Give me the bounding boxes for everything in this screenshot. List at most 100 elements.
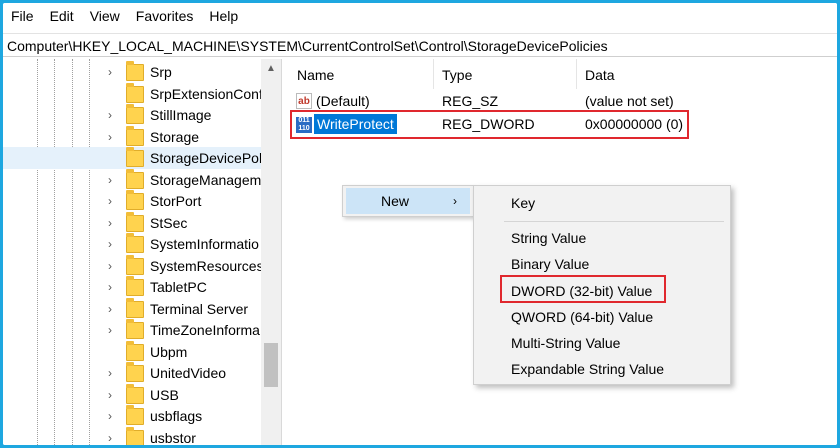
- column-separator[interactable]: [576, 59, 577, 89]
- folder-icon: [126, 125, 144, 146]
- menu-view[interactable]: View: [82, 3, 128, 30]
- folder-icon: [126, 190, 144, 210]
- tree-item[interactable]: › USB: [3, 383, 261, 406]
- submenu-separator: [504, 221, 724, 222]
- tree-item[interactable]: › Terminal Server: [3, 297, 261, 320]
- chevron-right-icon[interactable]: ›: [108, 280, 112, 294]
- tree-item-label: usbstor: [150, 429, 196, 446]
- chevron-right-icon[interactable]: ›: [108, 431, 112, 445]
- folder-icon: [126, 276, 144, 296]
- tree-item[interactable]: › StorPort: [3, 190, 261, 212]
- submenu-item-qword-value[interactable]: QWORD (64-bit) Value: [511, 308, 653, 326]
- new-submenu: Key String Value Binary Value DWORD (32-…: [473, 185, 731, 385]
- address-bar[interactable]: Computer\HKEY_LOCAL_MACHINE\SYSTEM\Curre…: [3, 33, 837, 57]
- column-separator[interactable]: [433, 59, 434, 89]
- tree-item-label: StillImage: [150, 107, 212, 123]
- tree-item[interactable]: › usbstor: [3, 426, 261, 446]
- folder-icon: [126, 104, 144, 124]
- key-tree-pane: › Srp SrpExtensionConf › StillImage › Storage S…: [3, 59, 282, 445]
- submenu-item-key[interactable]: Key: [511, 194, 535, 212]
- tree-item[interactable]: › usbflags: [3, 405, 261, 427]
- chevron-right-icon[interactable]: ›: [108, 194, 112, 208]
- tree-item[interactable]: › SystemResources: [3, 254, 264, 277]
- menu-edit[interactable]: Edit: [42, 3, 82, 30]
- tree-item-label: USB: [150, 386, 179, 403]
- column-header-name[interactable]: Name: [297, 65, 334, 85]
- submenu-item-binary-value[interactable]: Binary Value: [511, 255, 589, 273]
- folder-icon: [126, 147, 144, 167]
- tree-item-label: StorPort: [150, 193, 202, 209]
- submenu-item-expandable-string-value[interactable]: Expandable String Value: [511, 360, 664, 378]
- menu-item-new-label: New: [381, 193, 410, 209]
- tree-item[interactable]: › UnitedVideo: [3, 362, 261, 384]
- value-name: (Default): [316, 93, 370, 109]
- folder-icon: [126, 82, 144, 103]
- chevron-right-icon[interactable]: ›: [108, 302, 112, 316]
- tree-scrollbar[interactable]: ▲: [261, 59, 281, 445]
- highlight-box-writeprotect: [290, 110, 689, 139]
- tree-item-label: Ubpm: [150, 343, 188, 360]
- folder-icon: [126, 383, 144, 404]
- folder-icon: [126, 233, 144, 253]
- submenu-item-string-value[interactable]: String Value: [511, 229, 586, 247]
- tree-item-label: Storage: [150, 128, 200, 145]
- tree-item-label: usbflags: [150, 408, 203, 424]
- folder-icon: [126, 61, 144, 81]
- scroll-up-icon[interactable]: ▲: [266, 63, 276, 74]
- folder-icon: [126, 426, 144, 445]
- column-header-type[interactable]: Type: [442, 65, 472, 85]
- column-header-data[interactable]: Data: [585, 65, 615, 85]
- chevron-right-icon[interactable]: ›: [108, 130, 112, 144]
- tree-item-label: SystemInformatio: [150, 236, 259, 252]
- value-type: REG_SZ: [442, 93, 499, 109]
- scroll-thumb[interactable]: [264, 343, 278, 387]
- tree-item-label: StorageManagem: [150, 171, 262, 188]
- chevron-right-icon[interactable]: ›: [108, 173, 112, 187]
- tree-item[interactable]: › StillImage: [3, 104, 261, 126]
- tree-item[interactable]: StorageDevicePol: [3, 147, 263, 169]
- chevron-right-icon[interactable]: ›: [108, 65, 112, 79]
- tree-item[interactable]: › TabletPC: [3, 276, 261, 298]
- menu-favorites[interactable]: Favorites: [128, 3, 202, 30]
- tree-item-label: Srp: [150, 64, 172, 80]
- folder-icon: [126, 211, 144, 232]
- registry-editor-window: File Edit View Favorites Help Computer\H…: [3, 3, 837, 445]
- chevron-right-icon[interactable]: ›: [108, 388, 112, 402]
- tree-item[interactable]: › SystemInformatio: [3, 233, 261, 255]
- tree-item[interactable]: SrpExtensionConf: [3, 82, 263, 105]
- menu-bar: File Edit View Favorites Help: [3, 3, 837, 30]
- chevron-right-icon[interactable]: ›: [108, 366, 112, 380]
- tree-item-label: SystemResources: [150, 257, 264, 274]
- context-menu: New ›: [342, 185, 474, 217]
- string-value-icon: ab: [296, 93, 312, 109]
- tree-item[interactable]: › Srp: [3, 61, 261, 83]
- submenu-item-multi-string-value[interactable]: Multi-String Value: [511, 334, 620, 352]
- tree-item-label: StorageDevicePol: [150, 150, 263, 166]
- tree-item-label: SrpExtensionConf: [150, 85, 263, 102]
- menu-file[interactable]: File: [3, 3, 42, 30]
- value-data: (value not set): [585, 93, 674, 109]
- chevron-right-icon: ›: [453, 194, 457, 208]
- chevron-right-icon[interactable]: ›: [108, 259, 112, 273]
- folder-icon: [126, 297, 144, 318]
- folder-icon: [126, 340, 144, 361]
- tree-item-label: StSec: [150, 214, 188, 231]
- chevron-right-icon[interactable]: ›: [108, 237, 112, 251]
- tree-item-label: UnitedVideo: [150, 365, 227, 381]
- tree-item-label: TimeZoneInforma: [150, 322, 260, 338]
- tree-item[interactable]: › StorageManagem: [3, 168, 262, 191]
- menu-help[interactable]: Help: [201, 3, 246, 30]
- tree-item-label: Terminal Server: [150, 300, 249, 317]
- chevron-right-icon[interactable]: ›: [108, 323, 112, 337]
- folder-icon: [126, 319, 144, 339]
- chevron-right-icon[interactable]: ›: [108, 409, 112, 423]
- chevron-right-icon[interactable]: ›: [108, 216, 112, 230]
- tree-item[interactable]: Ubpm: [3, 340, 261, 363]
- folder-icon: [126, 362, 144, 382]
- tree-item[interactable]: › StSec: [3, 211, 261, 234]
- tree-item[interactable]: › TimeZoneInforma: [3, 319, 261, 341]
- tree-item-label: TabletPC: [150, 279, 207, 295]
- highlight-box-dword: [500, 275, 666, 303]
- tree-item[interactable]: › Storage: [3, 125, 261, 148]
- chevron-right-icon[interactable]: ›: [108, 108, 112, 122]
